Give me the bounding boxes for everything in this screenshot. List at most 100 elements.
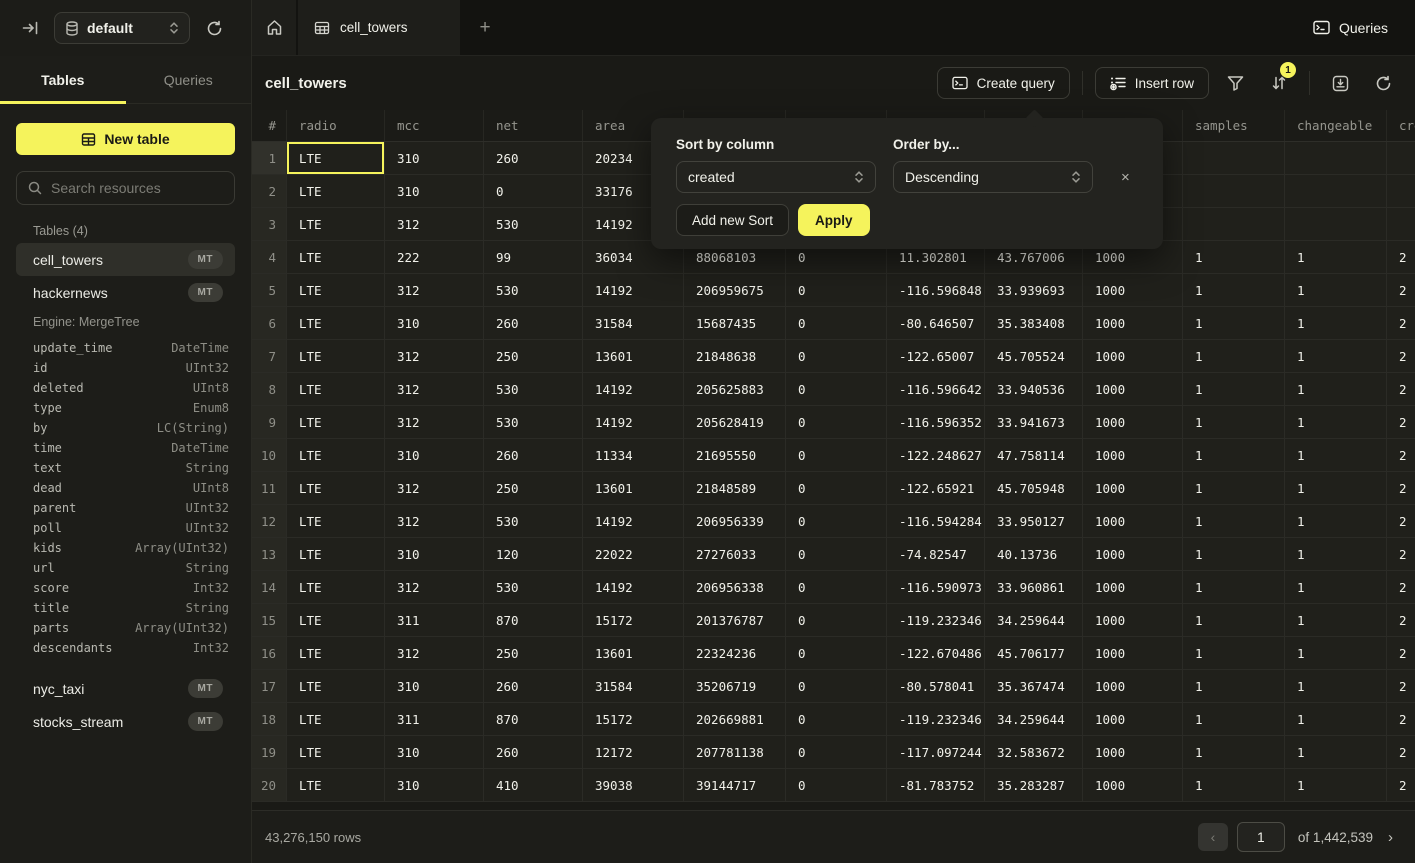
- table-cell[interactable]: 22022: [583, 538, 684, 571]
- download-button[interactable]: [1322, 67, 1358, 99]
- table-cell[interactable]: 1: [1285, 637, 1387, 670]
- table-cell[interactable]: 35206719: [684, 670, 786, 703]
- table-cell[interactable]: 1: [1183, 571, 1285, 604]
- next-page-button[interactable]: ›: [1388, 829, 1393, 846]
- table-cell[interactable]: 1: [1285, 274, 1387, 307]
- table-cell[interactable]: 1: [1183, 637, 1285, 670]
- create-query-button[interactable]: Create query: [937, 67, 1070, 99]
- sort-column-select[interactable]: created: [676, 161, 876, 193]
- sidebar-tab-queries[interactable]: Queries: [126, 56, 252, 103]
- tab-cell_towers[interactable]: cell_towers: [298, 0, 460, 55]
- table-cell[interactable]: 2: [1387, 538, 1415, 571]
- table-cell[interactable]: 0: [786, 373, 887, 406]
- table-cell[interactable]: 0: [786, 505, 887, 538]
- table-cell[interactable]: 1000: [1083, 340, 1183, 373]
- table-cell[interactable]: 870: [484, 703, 583, 736]
- table-cell[interactable]: 31584: [583, 670, 684, 703]
- page-number-input[interactable]: [1237, 822, 1285, 852]
- table-cell[interactable]: 2: [1387, 274, 1415, 307]
- table-cell[interactable]: 312: [385, 637, 484, 670]
- table-cell[interactable]: 21848589: [684, 472, 786, 505]
- table-cell[interactable]: 312: [385, 373, 484, 406]
- table-cell[interactable]: 2: [1387, 472, 1415, 505]
- column-header-changeable[interactable]: changeable: [1285, 110, 1387, 141]
- table-cell[interactable]: 312: [385, 505, 484, 538]
- table-cell[interactable]: LTE: [287, 637, 385, 670]
- table-cell[interactable]: 1000: [1083, 637, 1183, 670]
- table-cell[interactable]: -122.248627: [887, 439, 985, 472]
- table-cell[interactable]: 870: [484, 604, 583, 637]
- table-cell[interactable]: 14192: [583, 274, 684, 307]
- table-cell[interactable]: 1000: [1083, 505, 1183, 538]
- table-cell[interactable]: 0: [786, 604, 887, 637]
- table-cell[interactable]: 33.960861: [985, 571, 1083, 604]
- refresh-table-button[interactable]: [1365, 67, 1401, 99]
- table-cell[interactable]: 1000: [1083, 307, 1183, 340]
- column-header-created[interactable]: created: [1387, 110, 1415, 141]
- table-cell[interactable]: LTE: [287, 142, 385, 175]
- new-tab-button[interactable]: +: [460, 0, 510, 55]
- table-cell[interactable]: 1: [1183, 439, 1285, 472]
- table-cell[interactable]: 260: [484, 670, 583, 703]
- table-cell[interactable]: -81.783752: [887, 769, 985, 802]
- table-cell[interactable]: 201376787: [684, 604, 786, 637]
- table-cell[interactable]: 0: [786, 538, 887, 571]
- table-cell[interactable]: 1000: [1083, 604, 1183, 637]
- table-cell[interactable]: 0: [484, 175, 583, 208]
- table-cell[interactable]: 310: [385, 307, 484, 340]
- table-cell[interactable]: LTE: [287, 406, 385, 439]
- table-cell[interactable]: -122.65921: [887, 472, 985, 505]
- table-cell[interactable]: 1000: [1083, 670, 1183, 703]
- table-cell[interactable]: 1: [1285, 505, 1387, 538]
- table-cell[interactable]: 11334: [583, 439, 684, 472]
- table-cell[interactable]: 35.383408: [985, 307, 1083, 340]
- table-cell[interactable]: 1: [1285, 538, 1387, 571]
- table-cell[interactable]: LTE: [287, 472, 385, 505]
- table-cell[interactable]: 1000: [1083, 274, 1183, 307]
- table-cell[interactable]: 47.758114: [985, 439, 1083, 472]
- add-new-sort-button[interactable]: Add new Sort: [676, 204, 789, 236]
- table-cell[interactable]: 1: [1183, 373, 1285, 406]
- table-cell[interactable]: 2: [1387, 439, 1415, 472]
- table-cell[interactable]: 21695550: [684, 439, 786, 472]
- table-cell[interactable]: 0: [786, 472, 887, 505]
- table-cell[interactable]: 99: [484, 241, 583, 274]
- table-cell[interactable]: LTE: [287, 604, 385, 637]
- table-cell[interactable]: 1: [1183, 406, 1285, 439]
- table-cell[interactable]: 2: [1387, 604, 1415, 637]
- table-cell[interactable]: 310: [385, 538, 484, 571]
- table-cell[interactable]: 0: [786, 670, 887, 703]
- table-cell[interactable]: 310: [385, 769, 484, 802]
- table-cell[interactable]: 2: [1387, 571, 1415, 604]
- table-cell[interactable]: 1000: [1083, 472, 1183, 505]
- table-cell[interactable]: 1000: [1083, 571, 1183, 604]
- table-cell[interactable]: 206956338: [684, 571, 786, 604]
- table-cell[interactable]: 310: [385, 670, 484, 703]
- table-cell[interactable]: 0: [786, 637, 887, 670]
- table-cell[interactable]: 1: [1285, 703, 1387, 736]
- refresh-connection-icon[interactable]: [206, 20, 223, 37]
- table-cell[interactable]: 1: [1183, 703, 1285, 736]
- table-cell[interactable]: 312: [385, 406, 484, 439]
- table-cell[interactable]: 33.939693: [985, 274, 1083, 307]
- table-cell[interactable]: 260: [484, 142, 583, 175]
- table-cell[interactable]: 45.705524: [985, 340, 1083, 373]
- table-cell[interactable]: [1285, 175, 1387, 208]
- table-cell[interactable]: 33.941673: [985, 406, 1083, 439]
- table-cell[interactable]: 35.367474: [985, 670, 1083, 703]
- table-cell[interactable]: 1: [1183, 736, 1285, 769]
- table-cell[interactable]: 0: [786, 736, 887, 769]
- table-cell[interactable]: 2: [1387, 307, 1415, 340]
- table-cell[interactable]: 202669881: [684, 703, 786, 736]
- table-cell[interactable]: 1: [1285, 406, 1387, 439]
- table-cell[interactable]: LTE: [287, 538, 385, 571]
- table-cell[interactable]: 34.259644: [985, 604, 1083, 637]
- table-cell[interactable]: 1: [1183, 670, 1285, 703]
- table-cell[interactable]: [1285, 142, 1387, 175]
- table-cell[interactable]: 1: [1183, 274, 1285, 307]
- table-cell[interactable]: 2: [1387, 505, 1415, 538]
- table-cell[interactable]: 2: [1387, 736, 1415, 769]
- table-cell[interactable]: 32.583672: [985, 736, 1083, 769]
- table-cell[interactable]: 2: [1387, 241, 1415, 274]
- table-cell[interactable]: 2: [1387, 406, 1415, 439]
